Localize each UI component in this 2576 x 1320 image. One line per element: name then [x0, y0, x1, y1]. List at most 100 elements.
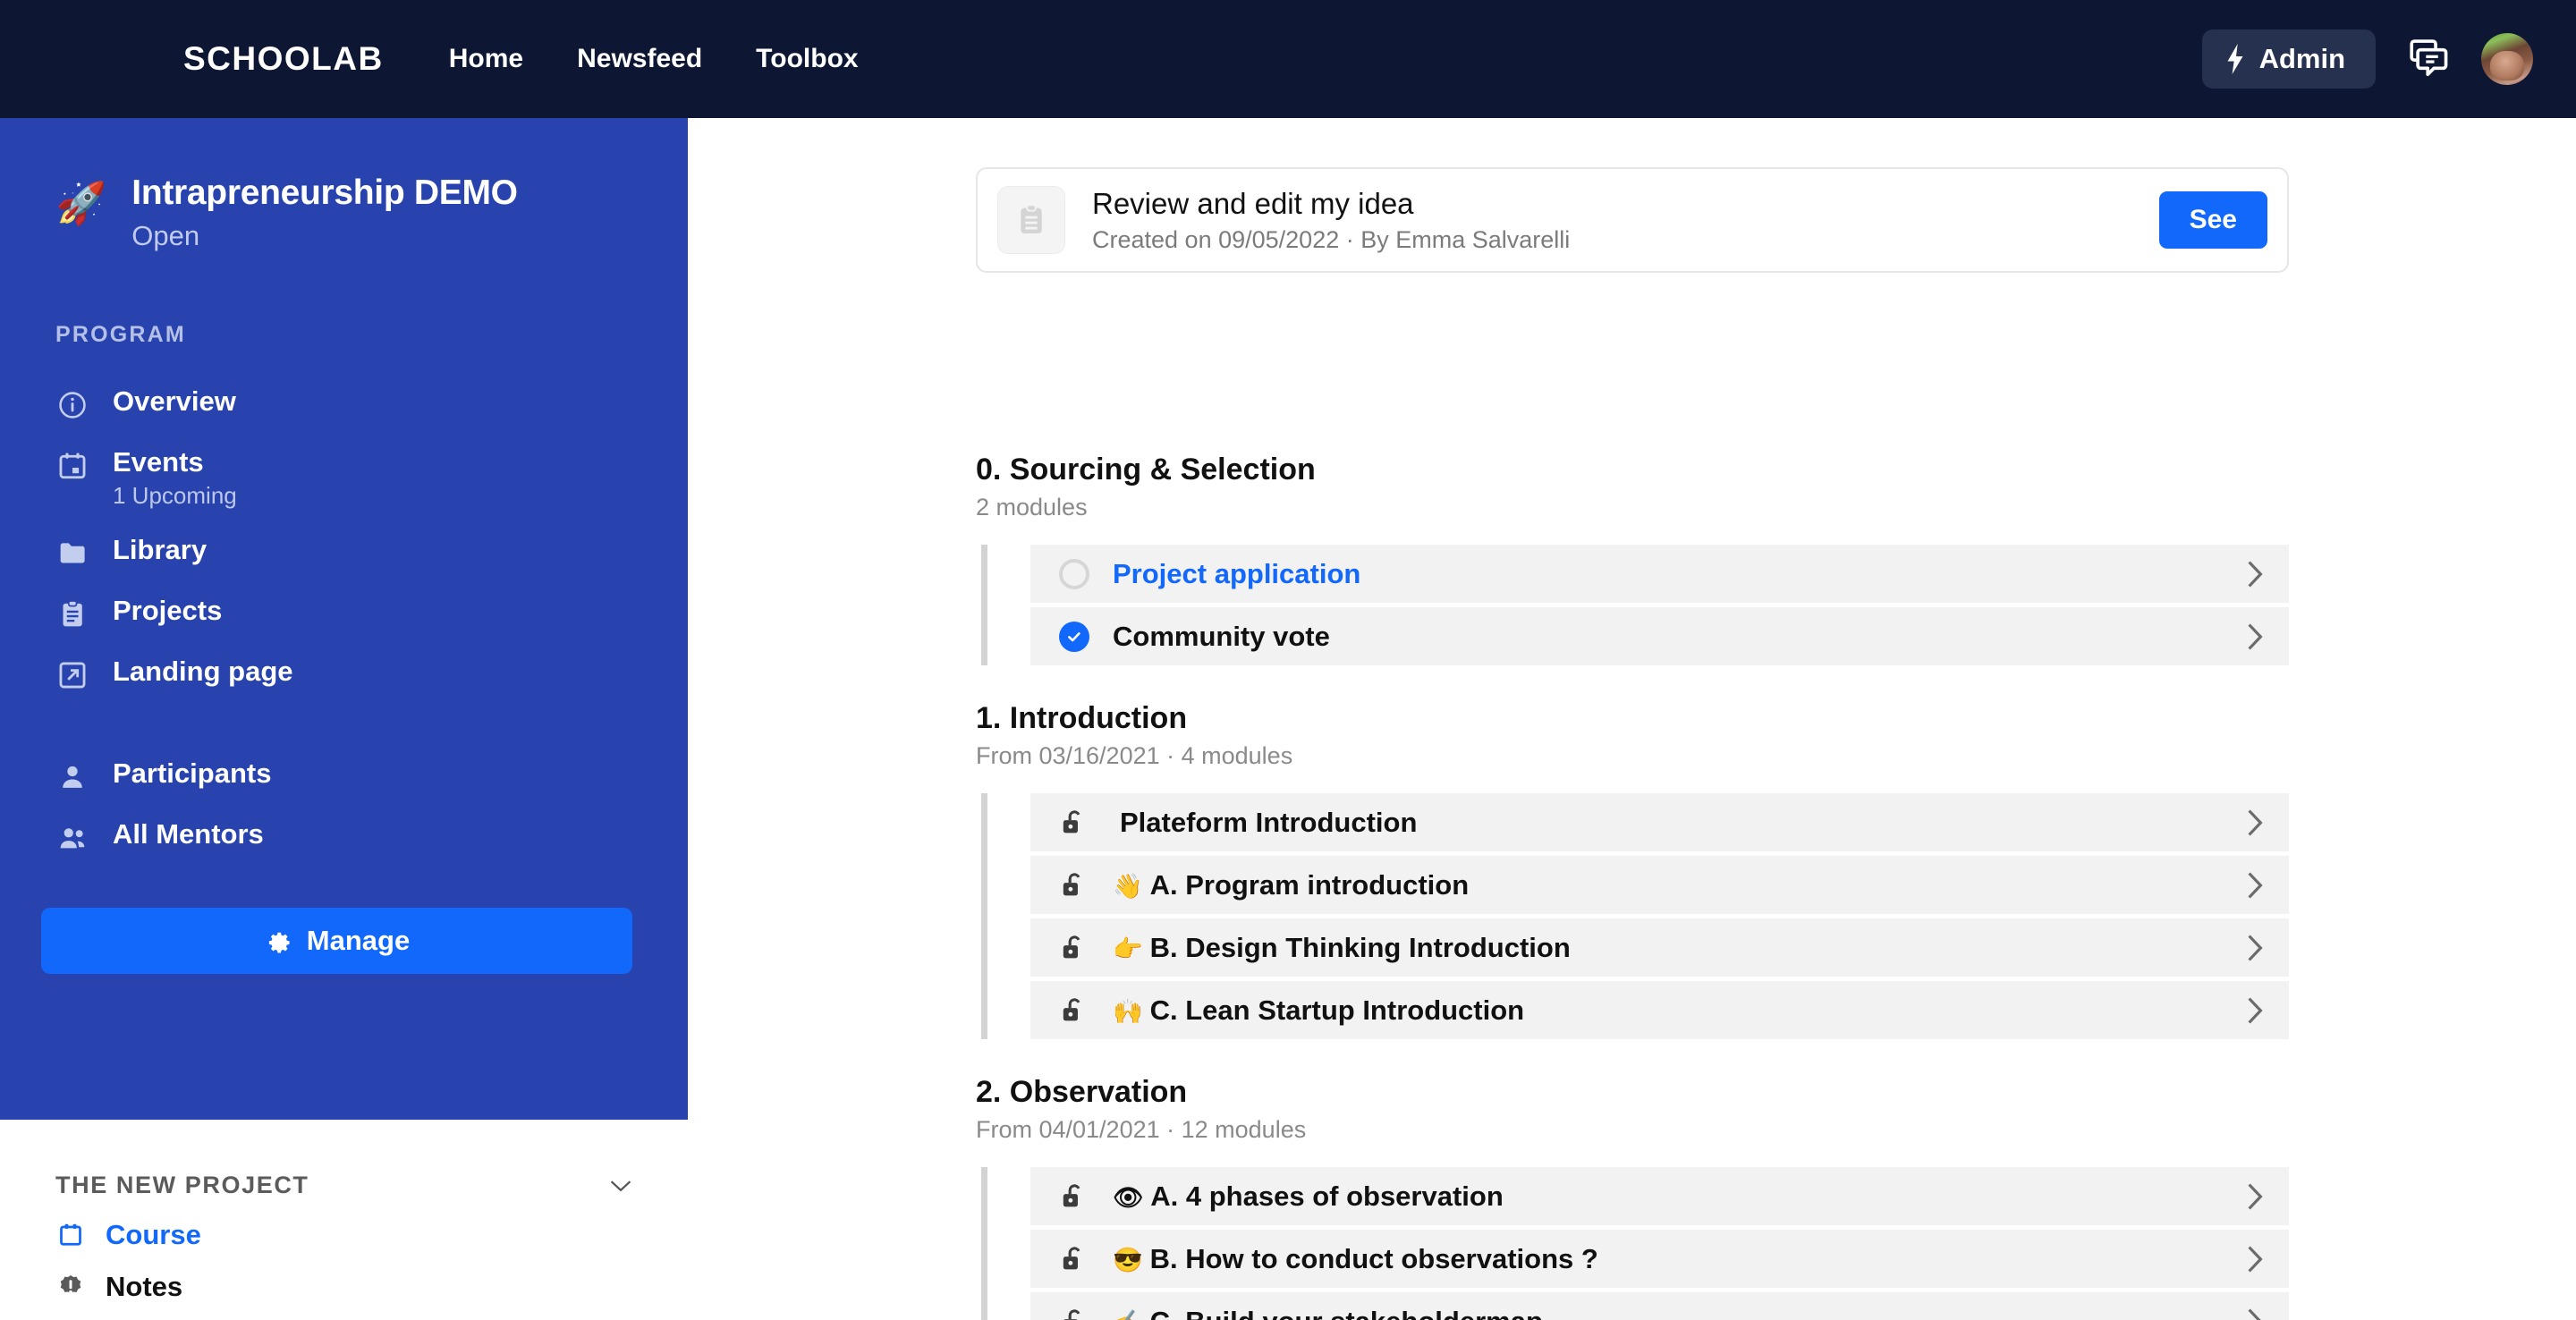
module-row[interactable]: Plateform Introduction [1030, 793, 2289, 851]
status-check-icon [1059, 621, 1095, 652]
unlock-icon [1059, 933, 1095, 963]
module-emoji: 👉 [1113, 935, 1143, 962]
sidebar: 🚀 Intrapreneurship DEMO Open PROGRAM Ove… [0, 118, 688, 1120]
module-label: Community vote [1113, 620, 1330, 652]
subpanel-item-notes[interactable]: Notes [0, 1251, 688, 1303]
module-row[interactable]: Project application [1030, 545, 2289, 603]
avatar[interactable] [2481, 33, 2533, 85]
chevron-right-icon [2248, 808, 2263, 836]
subpanel-item-label: Notes [106, 1271, 183, 1302]
sidebar-item-projects[interactable]: Projects [0, 582, 688, 643]
section-subtitle: 2 modules [976, 494, 1088, 520]
admin-button-label: Admin [2258, 43, 2345, 74]
chevron-right-icon [2248, 560, 2263, 588]
sidebar-item-participants[interactable]: Participants [0, 745, 688, 806]
sidebar-item-label: All Mentors [113, 817, 264, 850]
unlock-icon [1059, 1307, 1095, 1320]
unlock-icon [1059, 1244, 1095, 1274]
info-circle-icon [55, 388, 89, 422]
unlock-icon [1059, 995, 1095, 1026]
clipboard-icon [1021, 204, 1042, 233]
idea-card-title: Review and edit my idea [1092, 186, 1414, 220]
module-row[interactable]: ✍C. Build your stakeholdermap [1030, 1292, 2289, 1320]
chevron-right-icon [2248, 1307, 2262, 1320]
status-circle-empty-icon [1059, 558, 1095, 589]
sidebar-item-overview[interactable]: Overview [0, 373, 688, 434]
chevron-right-icon [2248, 996, 2263, 1024]
sidebar-divider-space [0, 704, 688, 745]
top-navbar: SCHOOLAB Home Newsfeed Toolbox Admin [0, 0, 2576, 118]
nav-link-home[interactable]: Home [449, 44, 523, 74]
module-emoji: ✍ [1113, 1309, 1143, 1320]
see-button[interactable]: See [2158, 191, 2267, 249]
clipboard-icon [55, 597, 89, 631]
chevron-right-icon [2248, 622, 2263, 650]
unlock-icon [1059, 1181, 1095, 1212]
sidebar-item-library[interactable]: Library [0, 521, 688, 582]
module-row[interactable]: 👁 A. 4 phases of observation [1030, 1167, 2289, 1225]
module-list: 👁 A. 4 phases of observation 😎 B. How to c… [981, 1167, 2289, 1320]
course-sections: 0. Sourcing & Selection 2 modules Projec… [976, 453, 2289, 1320]
section-subtitle: From 03/16/2021 · 4 modules [976, 742, 1293, 769]
sidebar-item-all-mentors[interactable]: All Mentors [0, 806, 688, 867]
brand-logo[interactable]: SCHOOLAB [183, 40, 384, 78]
module-row[interactable]: 👋 A. Program introduction [1030, 856, 2289, 914]
sidebar-item-label: Projects [113, 594, 223, 626]
module-row[interactable]: 🙌 C. Lean Startup Introduction [1030, 981, 2289, 1039]
gear-icon [268, 932, 290, 953]
rocket-icon: 🚀 [55, 180, 107, 226]
module-row[interactable]: Community vote [1030, 607, 2289, 665]
calendar-icon [55, 449, 89, 483]
program-header: 🚀 Intrapreneurship DEMO Open [0, 118, 688, 252]
course-section: 1. Introduction From 03/16/2021 · 4 modu… [976, 701, 2289, 1039]
idea-card[interactable]: Review and edit my idea Created on 09/05… [976, 167, 2289, 273]
project-subpanel: THE NEW PROJECT Course Notes [0, 1120, 688, 1320]
alert-badge-icon [55, 1272, 86, 1302]
manage-button-wrap: Manage [0, 867, 688, 974]
sidebar-item-label: Overview [113, 385, 236, 417]
bolt-icon [2227, 44, 2243, 74]
chevron-down-icon[interactable] [609, 1179, 632, 1193]
section-title: 2. Observation [976, 1075, 1188, 1109]
project-subpanel-header[interactable]: THE NEW PROJECT [0, 1120, 688, 1199]
nav-link-toolbox[interactable]: Toolbox [756, 44, 858, 74]
module-row[interactable]: 👉 B. Design Thinking Introduction [1030, 918, 2289, 977]
chevron-right-icon [2248, 934, 2263, 961]
subpanel-item-course[interactable]: Course [0, 1199, 688, 1251]
module-emoji: 👁 [1113, 1183, 1144, 1211]
module-label: Plateform Introduction [1120, 806, 1418, 838]
sidebar-item-landing-page[interactable]: Landing page [0, 643, 688, 704]
idea-card-thumb [997, 186, 1065, 254]
person-icon [55, 760, 89, 794]
manage-button-label: Manage [306, 924, 411, 956]
section-title: 1. Introduction [976, 701, 1188, 735]
sidebar-item-events[interactable]: Events 1 Upcoming [0, 434, 688, 521]
sidebar-item-sublabel: 1 Upcoming [113, 481, 237, 509]
sidebar-nav: Overview Events 1 Upcoming Library Proje… [0, 373, 688, 867]
module-list: Project application Community vote [981, 545, 2289, 665]
chevron-right-icon [2248, 871, 2263, 899]
chevron-right-icon [2248, 1245, 2263, 1273]
chevron-right-icon [2248, 1182, 2263, 1210]
unlock-icon [1059, 870, 1095, 901]
module-list: Plateform Introduction 👋 A. Program intro… [981, 793, 2289, 1039]
module-label: Project application [1113, 557, 1361, 589]
module-row[interactable]: 😎 B. How to conduct observations ? [1030, 1230, 2289, 1288]
manage-button[interactable]: Manage [41, 907, 632, 974]
people-icon [55, 821, 89, 855]
admin-button[interactable]: Admin [2201, 30, 2376, 89]
chat-icon[interactable] [2408, 38, 2449, 80]
top-nav-links: Home Newsfeed Toolbox [449, 44, 859, 74]
external-link-icon [55, 658, 89, 692]
module-label: 😎 B. How to conduct observations ? [1113, 1242, 1598, 1274]
course-section: 0. Sourcing & Selection 2 modules Projec… [976, 453, 2289, 665]
module-emoji: 👋 [1113, 872, 1143, 900]
module-label: 👋 A. Program introduction [1113, 868, 1470, 901]
unlock-icon [1059, 808, 1095, 838]
top-nav-actions: Admin [2201, 0, 2533, 118]
program-status: Open [131, 220, 200, 251]
sidebar-item-label: Library [113, 533, 208, 565]
sidebar-section-label: PROGRAM [55, 322, 186, 347]
nav-link-newsfeed[interactable]: Newsfeed [577, 44, 702, 74]
module-label: 👁 A. 4 phases of observation [1113, 1180, 1504, 1212]
